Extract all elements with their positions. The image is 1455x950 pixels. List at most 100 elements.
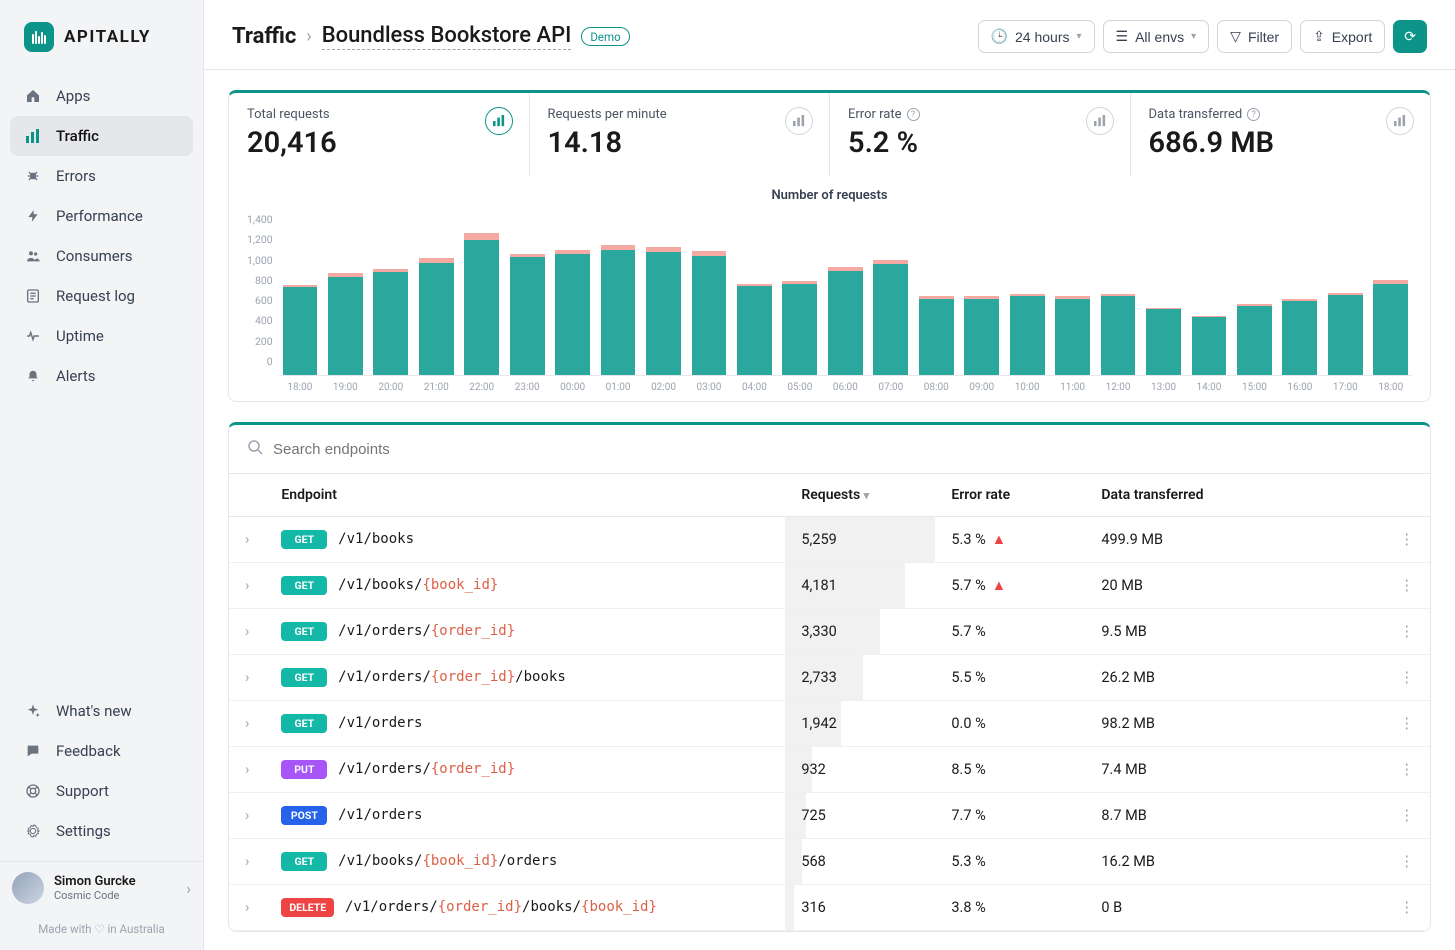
chart-bar[interactable] <box>324 213 366 375</box>
chat-icon <box>24 743 42 759</box>
filter-button[interactable]: ▽ Filter <box>1217 20 1292 53</box>
chart-bar[interactable] <box>415 213 457 375</box>
method-badge: POST <box>281 806 327 825</box>
nav-item-feedback[interactable]: Feedback <box>10 731 193 771</box>
user-menu[interactable]: Simon Gurcke Cosmic Code › <box>0 861 203 914</box>
chart-bar[interactable] <box>915 213 957 375</box>
chart-bar[interactable] <box>642 213 684 375</box>
row-more-menu[interactable]: ⋮ <box>1384 517 1431 563</box>
env-select[interactable]: ☰ All envs ▾ <box>1103 20 1210 53</box>
chart-bar[interactable] <box>506 213 548 375</box>
row-more-menu[interactable]: ⋮ <box>1384 701 1431 747</box>
expand-row[interactable]: › <box>229 793 265 839</box>
row-more-menu[interactable]: ⋮ <box>1384 563 1431 609</box>
chart-bar[interactable] <box>733 213 775 375</box>
stat-error-rate[interactable]: Error rate ? 5.2 % <box>830 93 1131 176</box>
expand-row[interactable]: › <box>229 563 265 609</box>
row-more-menu[interactable]: ⋮ <box>1384 839 1431 885</box>
stat-value: 686.9 MB <box>1149 126 1413 160</box>
expand-row[interactable]: › <box>229 747 265 793</box>
stat-value: 20,416 <box>247 126 511 160</box>
expand-row[interactable]: › <box>229 701 265 747</box>
nav-item-settings[interactable]: Settings <box>10 811 193 851</box>
stat-data-transferred[interactable]: Data transferred ? 686.9 MB <box>1131 93 1431 176</box>
chart-bar[interactable] <box>1370 213 1412 375</box>
chart-bar[interactable] <box>551 213 593 375</box>
nav-item-consumers[interactable]: Consumers <box>10 236 193 276</box>
table-row[interactable]: › PUT /v1/orders/{order_id} 932 8.5 % 7.… <box>229 747 1430 793</box>
table-row[interactable]: › GET /v1/orders/{order_id} 3,330 5.7 % … <box>229 609 1430 655</box>
chart-bar[interactable] <box>870 213 912 375</box>
chart-bar[interactable] <box>279 213 321 375</box>
table-row[interactable]: › GET /v1/orders 1,942 0.0 % 98.2 MB ⋮ <box>229 701 1430 747</box>
expand-row[interactable]: › <box>229 839 265 885</box>
nav-item-traffic[interactable]: Traffic <box>10 116 193 156</box>
requests-cell: 932 <box>785 747 935 793</box>
chart-bar[interactable] <box>1097 213 1139 375</box>
endpoint-cell: GET /v1/orders <box>265 701 785 747</box>
bolt-icon <box>24 208 42 224</box>
nav-item-support[interactable]: Support <box>10 771 193 811</box>
row-more-menu[interactable]: ⋮ <box>1384 747 1431 793</box>
breadcrumb-api[interactable]: Boundless Bookstore API <box>322 23 572 50</box>
error-rate-cell: 7.7 % <box>935 793 1085 839</box>
chart-bar[interactable] <box>1279 213 1321 375</box>
col-requests[interactable]: Requests ▾ <box>785 474 935 517</box>
table-row[interactable]: › GET /v1/books/{book_id}/orders 568 5.3… <box>229 839 1430 885</box>
table-row[interactable]: › POST /v1/orders 725 7.7 % 8.7 MB ⋮ <box>229 793 1430 839</box>
table-row[interactable]: › GET /v1/orders/{order_id}/books 2,733 … <box>229 655 1430 701</box>
nav-item-performance[interactable]: Performance <box>10 196 193 236</box>
expand-row[interactable]: › <box>229 885 265 931</box>
row-more-menu[interactable]: ⋮ <box>1384 655 1431 701</box>
refresh-button[interactable]: ⟳ <box>1393 20 1427 53</box>
chart-bar[interactable] <box>1006 213 1048 375</box>
table-row[interactable]: › DELETE /v1/orders/{order_id}/books/{bo… <box>229 885 1430 931</box>
x-tick: 10:00 <box>1006 382 1048 393</box>
nav-item-what's-new[interactable]: What's new <box>10 691 193 731</box>
stat-requests-per-minute[interactable]: Requests per minute 14.18 <box>530 93 831 176</box>
row-more-menu[interactable]: ⋮ <box>1384 793 1431 839</box>
nav-item-apps[interactable]: Apps <box>10 76 193 116</box>
row-more-menu[interactable]: ⋮ <box>1384 885 1431 931</box>
chart-bar[interactable] <box>824 213 866 375</box>
chart-bar[interactable] <box>370 213 412 375</box>
data-cell: 20 MB <box>1085 563 1383 609</box>
nav-item-errors[interactable]: Errors <box>10 156 193 196</box>
expand-row[interactable]: › <box>229 517 265 563</box>
row-more-menu[interactable]: ⋮ <box>1384 609 1431 655</box>
col-endpoint[interactable]: Endpoint <box>265 474 785 517</box>
export-button[interactable]: ⇪ Export <box>1300 20 1385 53</box>
nav-item-alerts[interactable]: Alerts <box>10 356 193 396</box>
chart-bar[interactable] <box>1233 213 1275 375</box>
chart-bar[interactable] <box>1051 213 1093 375</box>
stat-value: 14.18 <box>548 126 812 160</box>
chart-bar[interactable] <box>960 213 1002 375</box>
stat-total-requests[interactable]: Total requests 20,416 <box>229 93 530 176</box>
time-range-select[interactable]: 🕒 24 hours ▾ <box>978 20 1095 53</box>
nav-item-uptime[interactable]: Uptime <box>10 316 193 356</box>
stat-label: Error rate ? <box>848 107 1112 122</box>
home-icon <box>24 88 42 104</box>
chart-bar[interactable] <box>1142 213 1184 375</box>
col-error-rate[interactable]: Error rate <box>935 474 1085 517</box>
chart-bar[interactable] <box>688 213 730 375</box>
nav-label: Settings <box>56 822 111 840</box>
expand-row[interactable]: › <box>229 609 265 655</box>
breadcrumb-root[interactable]: Traffic <box>232 24 296 49</box>
nav-item-request-log[interactable]: Request log <box>10 276 193 316</box>
chart-bar[interactable] <box>460 213 502 375</box>
col-data[interactable]: Data transferred <box>1085 474 1383 517</box>
search-input[interactable] <box>273 441 1412 458</box>
x-tick: 18:00 <box>279 382 321 393</box>
logo-icon <box>24 22 54 52</box>
chart-bar[interactable] <box>1324 213 1366 375</box>
chart-bar[interactable] <box>597 213 639 375</box>
table-row[interactable]: › GET /v1/books 5,259 5.3 %▲ 499.9 MB ⋮ <box>229 517 1430 563</box>
chart-bar[interactable] <box>779 213 821 375</box>
chart-bar[interactable] <box>1188 213 1230 375</box>
expand-row[interactable]: › <box>229 655 265 701</box>
chevron-down-icon: ▾ <box>1077 31 1082 42</box>
logo[interactable]: APITALLY <box>0 0 203 70</box>
endpoint-path: /v1/orders/{order_id} <box>338 623 515 639</box>
table-row[interactable]: › GET /v1/books/{book_id} 4,181 5.7 %▲ 2… <box>229 563 1430 609</box>
